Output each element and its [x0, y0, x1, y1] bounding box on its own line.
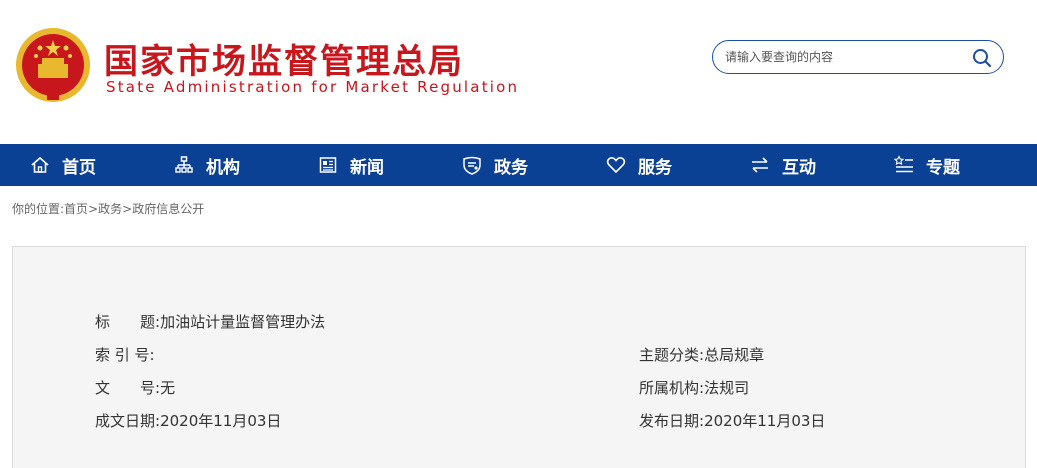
search-icon[interactable] [971, 47, 993, 69]
nav-label: 政务 [494, 157, 528, 178]
nav-label: 机构 [206, 157, 240, 178]
heart-icon [606, 157, 626, 174]
site-title[interactable]: 国家市场监督管理总局 [104, 34, 464, 83]
document-info-panel: 标 题:加油站计量监督管理办法 索 引 号: 文 号:无 成文日期:2020年1… [12, 246, 1026, 468]
nav-label: 首页 [62, 157, 96, 178]
info-value-doc-number: 无 [160, 379, 176, 397]
breadcrumb-link-government[interactable]: 政务 [98, 202, 122, 216]
info-label: 索 引 号: [95, 346, 155, 364]
nav-item-interaction[interactable]: 互动 [750, 144, 816, 186]
info-label: 发布日期: [639, 412, 705, 430]
info-row-title: 标 题:加油站计量监督管理办法 [95, 311, 325, 332]
breadcrumb-separator: > [122, 202, 133, 216]
home-icon [31, 156, 49, 173]
nav-item-service[interactable]: 服务 [606, 144, 672, 186]
search-box [712, 40, 1004, 74]
breadcrumb-prefix: 你的位置: [12, 202, 65, 216]
nav-item-org[interactable]: 机构 [174, 144, 240, 186]
info-row-organization: 所属机构:法规司 [639, 377, 749, 398]
info-value-written-date: 2020年11月03日 [160, 412, 282, 430]
news-icon [319, 157, 337, 173]
shield-icon [463, 156, 481, 175]
info-label: 成文日期: [95, 412, 161, 430]
exchange-arrows-icon [752, 157, 768, 173]
breadcrumb-link-home[interactable]: 首页 [64, 202, 88, 216]
info-row-index: 索 引 号: [95, 344, 155, 365]
nav-label: 专题 [926, 157, 960, 178]
info-row-doc-number: 文 号:无 [95, 377, 175, 398]
nav-label: 互动 [782, 157, 816, 178]
info-label: 所属机构: [639, 379, 705, 397]
national-emblem-icon[interactable] [14, 26, 92, 104]
search-input[interactable] [725, 47, 965, 67]
nav-label: 新闻 [350, 157, 384, 178]
main-nav: 首页 机构 新闻 政务 服务 互动 专题 [0, 144, 1037, 186]
nav-item-topics[interactable]: 专题 [894, 144, 960, 186]
info-label: 文 号: [95, 379, 161, 397]
nav-item-news[interactable]: 新闻 [318, 144, 384, 186]
nav-item-government[interactable]: 政务 [462, 144, 528, 186]
info-row-written-date: 成文日期:2020年11月03日 [95, 410, 281, 431]
info-label: 主题分类: [639, 346, 705, 364]
breadcrumb-separator: > [88, 202, 99, 216]
site-title-english[interactable]: State Administration for Market Regulati… [106, 78, 519, 96]
site-header: 国家市场监督管理总局 State Administration for Mark… [0, 0, 1037, 144]
org-chart-icon [175, 156, 193, 173]
nav-label: 服务 [638, 157, 672, 178]
info-value-category: 总局规章 [704, 346, 765, 364]
breadcrumb: 你的位置:首页>政务>政府信息公开 [12, 200, 204, 217]
nav-item-home[interactable]: 首页 [30, 144, 96, 186]
info-value-title: 加油站计量监督管理办法 [160, 313, 326, 331]
breadcrumb-link-info-disclosure[interactable]: 政府信息公开 [132, 202, 204, 216]
info-label: 标 题: [95, 313, 161, 331]
info-value-organization: 法规司 [704, 379, 750, 397]
info-value-publish-date: 2020年11月03日 [704, 412, 826, 430]
info-row-publish-date: 发布日期:2020年11月03日 [639, 410, 825, 431]
topic-list-icon [894, 155, 913, 173]
info-row-category: 主题分类:总局规章 [639, 344, 764, 365]
